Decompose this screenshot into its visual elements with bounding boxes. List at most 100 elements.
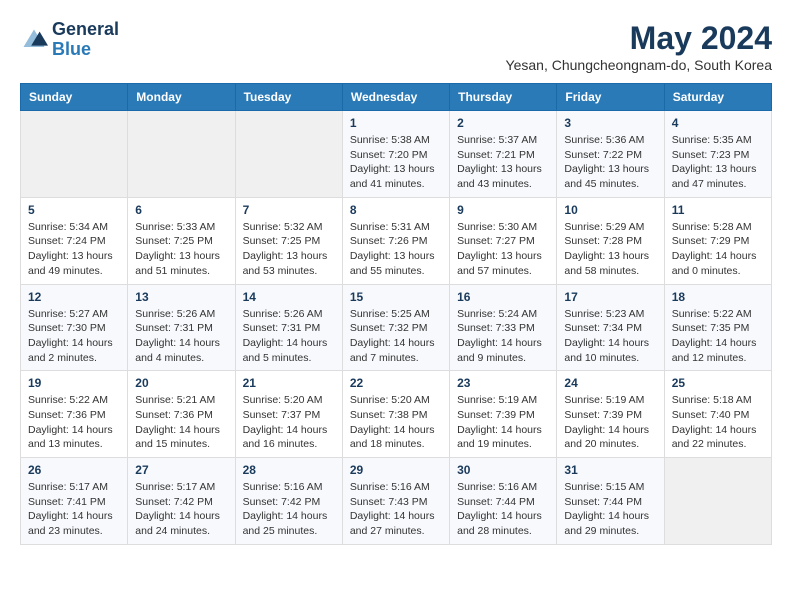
- day-number: 1: [350, 116, 442, 130]
- day-detail: Sunrise: 5:17 AMSunset: 7:41 PMDaylight:…: [28, 480, 120, 539]
- calendar-cell: 30 Sunrise: 5:16 AMSunset: 7:44 PMDayligh…: [450, 458, 557, 545]
- calendar-cell: 21 Sunrise: 5:20 AMSunset: 7:37 PMDayligh…: [235, 371, 342, 458]
- calendar-cell: 31 Sunrise: 5:15 AMSunset: 7:44 PMDayligh…: [557, 458, 664, 545]
- logo-icon: [20, 26, 48, 54]
- day-number: 18: [672, 290, 764, 304]
- calendar-cell: 5 Sunrise: 5:34 AMSunset: 7:24 PMDaylight…: [21, 197, 128, 284]
- day-detail: Sunrise: 5:27 AMSunset: 7:30 PMDaylight:…: [28, 307, 120, 366]
- day-detail: Sunrise: 5:37 AMSunset: 7:21 PMDaylight:…: [457, 133, 549, 192]
- day-number: 4: [672, 116, 764, 130]
- calendar-table: SundayMondayTuesdayWednesdayThursdayFrid…: [20, 83, 772, 545]
- day-number: 2: [457, 116, 549, 130]
- weekday-header-thursday: Thursday: [450, 84, 557, 111]
- day-number: 19: [28, 376, 120, 390]
- day-number: 21: [243, 376, 335, 390]
- day-number: 3: [564, 116, 656, 130]
- logo: General Blue: [20, 20, 119, 60]
- day-number: 20: [135, 376, 227, 390]
- calendar-cell: 12Sunrise: 5:27 AMSunset: 7:30 PMDayligh…: [21, 284, 128, 371]
- logo-text: General Blue: [52, 20, 119, 60]
- calendar-week-row: 5 Sunrise: 5:34 AMSunset: 7:24 PMDaylight…: [21, 197, 772, 284]
- day-detail: Sunrise: 5:28 AMSunset: 7:29 PMDaylight:…: [672, 220, 764, 279]
- day-detail: Sunrise: 5:24 AMSunset: 7:33 PMDaylight:…: [457, 307, 549, 366]
- day-number: 14: [243, 290, 335, 304]
- day-detail: Sunrise: 5:16 AMSunset: 7:44 PMDaylight:…: [457, 480, 549, 539]
- location-subtitle: Yesan, Chungcheongnam-do, South Korea: [506, 57, 772, 73]
- day-detail: Sunrise: 5:17 AMSunset: 7:42 PMDaylight:…: [135, 480, 227, 539]
- title-block: May 2024 Yesan, Chungcheongnam-do, South…: [506, 20, 772, 73]
- calendar-cell: [235, 111, 342, 198]
- day-detail: Sunrise: 5:15 AMSunset: 7:44 PMDaylight:…: [564, 480, 656, 539]
- calendar-cell: 23Sunrise: 5:19 AMSunset: 7:39 PMDayligh…: [450, 371, 557, 458]
- day-number: 5: [28, 203, 120, 217]
- weekday-header-saturday: Saturday: [664, 84, 771, 111]
- day-detail: Sunrise: 5:30 AMSunset: 7:27 PMDaylight:…: [457, 220, 549, 279]
- day-detail: Sunrise: 5:16 AMSunset: 7:43 PMDaylight:…: [350, 480, 442, 539]
- calendar-cell: 3 Sunrise: 5:36 AMSunset: 7:22 PMDaylight…: [557, 111, 664, 198]
- day-number: 16: [457, 290, 549, 304]
- weekday-header-tuesday: Tuesday: [235, 84, 342, 111]
- calendar-cell: 14Sunrise: 5:26 AMSunset: 7:31 PMDayligh…: [235, 284, 342, 371]
- calendar-cell: 15 Sunrise: 5:25 AMSunset: 7:32 PMDayligh…: [342, 284, 449, 371]
- day-number: 8: [350, 203, 442, 217]
- day-detail: Sunrise: 5:16 AMSunset: 7:42 PMDaylight:…: [243, 480, 335, 539]
- day-detail: Sunrise: 5:36 AMSunset: 7:22 PMDaylight:…: [564, 133, 656, 192]
- calendar-cell: 17Sunrise: 5:23 AMSunset: 7:34 PMDayligh…: [557, 284, 664, 371]
- day-detail: Sunrise: 5:33 AMSunset: 7:25 PMDaylight:…: [135, 220, 227, 279]
- day-number: 10: [564, 203, 656, 217]
- calendar-cell: 1 Sunrise: 5:38 AMSunset: 7:20 PMDaylight…: [342, 111, 449, 198]
- page-header: General Blue May 2024 Yesan, Chungcheong…: [20, 20, 772, 73]
- calendar-cell: [128, 111, 235, 198]
- day-detail: Sunrise: 5:20 AMSunset: 7:38 PMDaylight:…: [350, 393, 442, 452]
- day-detail: Sunrise: 5:25 AMSunset: 7:32 PMDaylight:…: [350, 307, 442, 366]
- day-number: 13: [135, 290, 227, 304]
- calendar-cell: 20Sunrise: 5:21 AMSunset: 7:36 PMDayligh…: [128, 371, 235, 458]
- day-number: 24: [564, 376, 656, 390]
- day-number: 7: [243, 203, 335, 217]
- calendar-cell: 2 Sunrise: 5:37 AMSunset: 7:21 PMDaylight…: [450, 111, 557, 198]
- day-detail: Sunrise: 5:34 AMSunset: 7:24 PMDaylight:…: [28, 220, 120, 279]
- calendar-cell: 18Sunrise: 5:22 AMSunset: 7:35 PMDayligh…: [664, 284, 771, 371]
- day-number: 17: [564, 290, 656, 304]
- calendar-week-row: 1 Sunrise: 5:38 AMSunset: 7:20 PMDaylight…: [21, 111, 772, 198]
- calendar-cell: 22 Sunrise: 5:20 AMSunset: 7:38 PMDayligh…: [342, 371, 449, 458]
- calendar-cell: 8 Sunrise: 5:31 AMSunset: 7:26 PMDaylight…: [342, 197, 449, 284]
- month-year-title: May 2024: [506, 20, 772, 57]
- calendar-cell: 27 Sunrise: 5:17 AMSunset: 7:42 PMDayligh…: [128, 458, 235, 545]
- day-number: 6: [135, 203, 227, 217]
- day-number: 15: [350, 290, 442, 304]
- calendar-week-row: 12Sunrise: 5:27 AMSunset: 7:30 PMDayligh…: [21, 284, 772, 371]
- day-detail: Sunrise: 5:20 AMSunset: 7:37 PMDaylight:…: [243, 393, 335, 452]
- day-detail: Sunrise: 5:26 AMSunset: 7:31 PMDaylight:…: [135, 307, 227, 366]
- calendar-week-row: 26 Sunrise: 5:17 AMSunset: 7:41 PMDayligh…: [21, 458, 772, 545]
- day-detail: Sunrise: 5:32 AMSunset: 7:25 PMDaylight:…: [243, 220, 335, 279]
- calendar-cell: 29Sunrise: 5:16 AMSunset: 7:43 PMDayligh…: [342, 458, 449, 545]
- day-number: 30: [457, 463, 549, 477]
- weekday-header-monday: Monday: [128, 84, 235, 111]
- day-detail: Sunrise: 5:31 AMSunset: 7:26 PMDaylight:…: [350, 220, 442, 279]
- calendar-cell: 26 Sunrise: 5:17 AMSunset: 7:41 PMDayligh…: [21, 458, 128, 545]
- weekday-header-row: SundayMondayTuesdayWednesdayThursdayFrid…: [21, 84, 772, 111]
- day-number: 26: [28, 463, 120, 477]
- calendar-cell: 4Sunrise: 5:35 AMSunset: 7:23 PMDaylight…: [664, 111, 771, 198]
- calendar-cell: 7 Sunrise: 5:32 AMSunset: 7:25 PMDaylight…: [235, 197, 342, 284]
- day-detail: Sunrise: 5:38 AMSunset: 7:20 PMDaylight:…: [350, 133, 442, 192]
- day-number: 9: [457, 203, 549, 217]
- day-number: 25: [672, 376, 764, 390]
- calendar-cell: 28 Sunrise: 5:16 AMSunset: 7:42 PMDayligh…: [235, 458, 342, 545]
- day-number: 22: [350, 376, 442, 390]
- calendar-week-row: 19Sunrise: 5:22 AMSunset: 7:36 PMDayligh…: [21, 371, 772, 458]
- calendar-cell: 24 Sunrise: 5:19 AMSunset: 7:39 PMDayligh…: [557, 371, 664, 458]
- calendar-cell: 6 Sunrise: 5:33 AMSunset: 7:25 PMDaylight…: [128, 197, 235, 284]
- day-number: 28: [243, 463, 335, 477]
- weekday-header-sunday: Sunday: [21, 84, 128, 111]
- calendar-cell: 11Sunrise: 5:28 AMSunset: 7:29 PMDayligh…: [664, 197, 771, 284]
- weekday-header-wednesday: Wednesday: [342, 84, 449, 111]
- day-detail: Sunrise: 5:19 AMSunset: 7:39 PMDaylight:…: [564, 393, 656, 452]
- calendar-cell: 25Sunrise: 5:18 AMSunset: 7:40 PMDayligh…: [664, 371, 771, 458]
- day-detail: Sunrise: 5:19 AMSunset: 7:39 PMDaylight:…: [457, 393, 549, 452]
- day-number: 31: [564, 463, 656, 477]
- calendar-cell: [21, 111, 128, 198]
- day-detail: Sunrise: 5:29 AMSunset: 7:28 PMDaylight:…: [564, 220, 656, 279]
- day-number: 27: [135, 463, 227, 477]
